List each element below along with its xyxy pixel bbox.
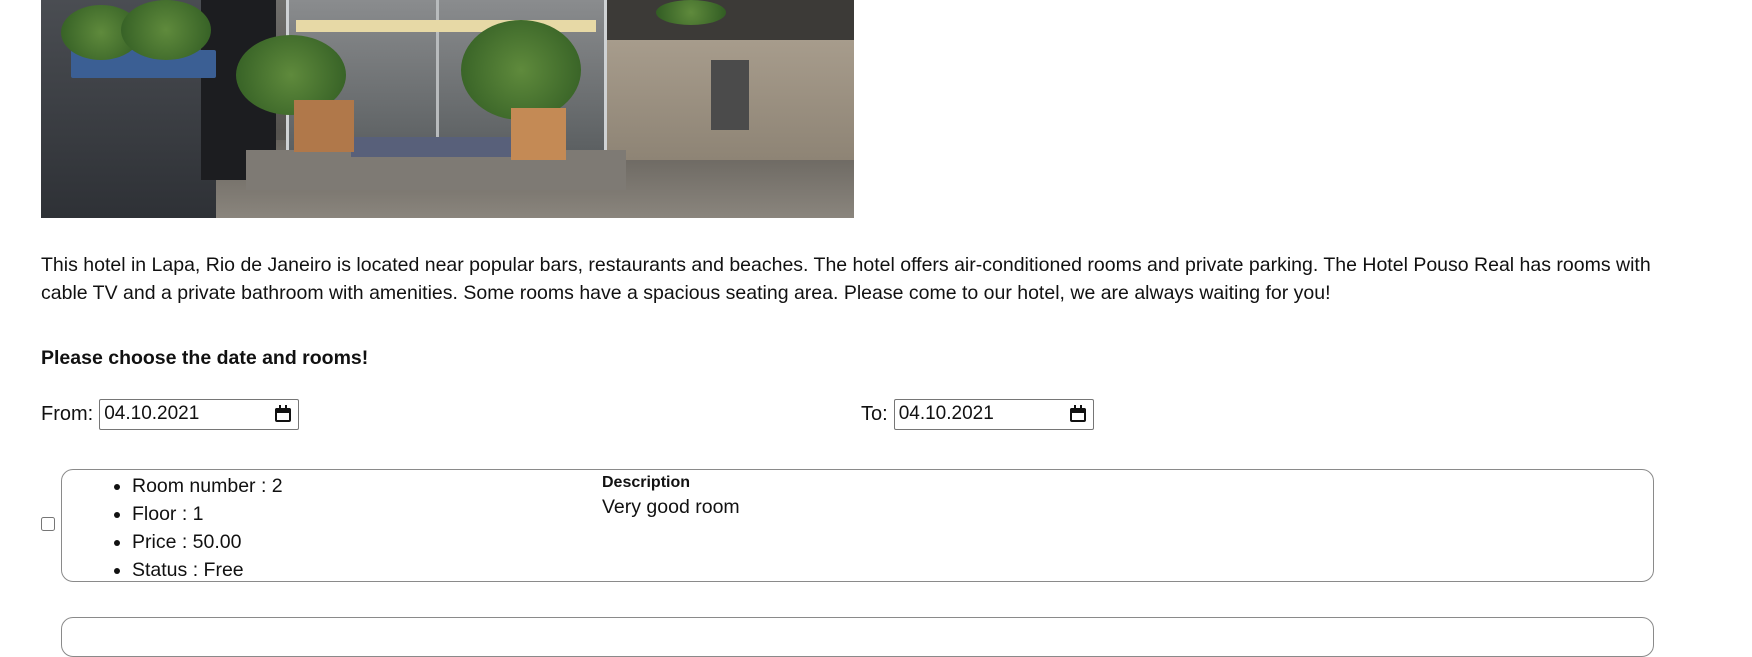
room-select-checkbox[interactable] xyxy=(41,517,55,531)
to-date-group: To: 04.10.2021 xyxy=(861,397,1094,431)
to-date-input[interactable]: 04.10.2021 xyxy=(893,398,1094,430)
from-date-value: 04.10.2021 xyxy=(104,403,200,424)
room-price: Price : 50.00 xyxy=(132,528,283,556)
room-card: Room number : 2 Floor : 1 Price : 50.00 … xyxy=(61,469,1654,582)
calendar-icon[interactable] xyxy=(1069,405,1087,423)
room-floor: Floor : 1 xyxy=(132,500,283,528)
from-date-input[interactable]: 04.10.2021 xyxy=(99,398,300,430)
from-date-group: From: 04.10.2021 xyxy=(41,397,300,431)
room-details-list: Room number : 2 Floor : 1 Price : 50.00 … xyxy=(112,472,283,584)
to-date-value: 04.10.2021 xyxy=(898,403,994,424)
room-card-next xyxy=(61,617,1654,657)
room-description-title: Description xyxy=(602,474,691,491)
hotel-description: This hotel in Lapa, Rio de Janeiro is lo… xyxy=(41,254,1651,304)
hotel-entrance-photo xyxy=(41,0,854,218)
to-label: To: xyxy=(861,402,888,425)
from-label: From: xyxy=(41,402,94,425)
calendar-icon[interactable] xyxy=(274,405,292,423)
room-description: Very good room xyxy=(602,496,740,518)
room-number: Room number : 2 xyxy=(132,472,283,500)
room-status: Status : Free xyxy=(132,556,283,584)
booking-heading: Please choose the date and rooms! xyxy=(41,347,369,369)
